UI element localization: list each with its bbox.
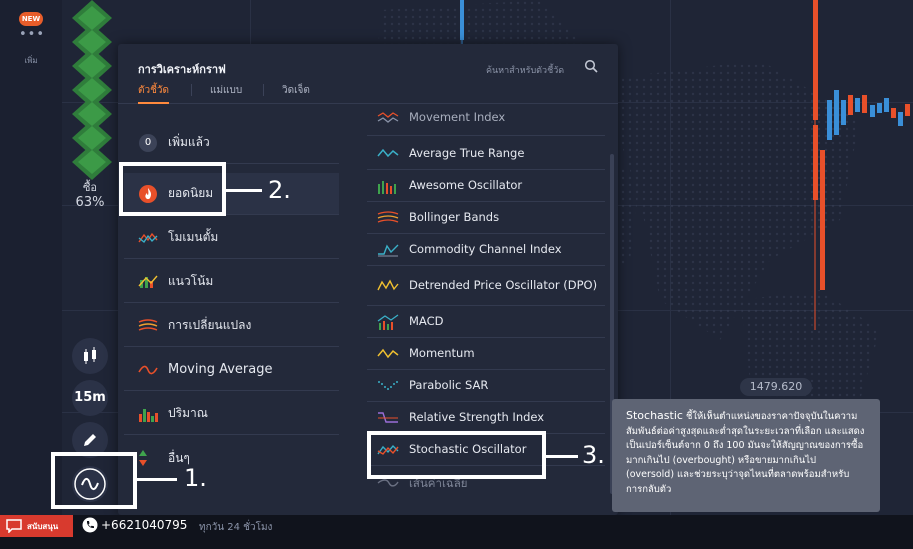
support-label: สนับสนุน	[27, 521, 59, 531]
annotation-number-3: 3.	[582, 441, 605, 469]
annotation-line-3	[546, 455, 578, 458]
category-trend[interactable]: แนวโน้ม	[124, 261, 339, 303]
category-volatility[interactable]: การเปลี่ยนแปลง	[124, 305, 339, 347]
momentum-icon	[138, 228, 158, 248]
candles-icon	[84, 347, 96, 364]
price-label: 1479.620	[740, 378, 812, 396]
phone-icon	[82, 517, 98, 533]
category-moving-average[interactable]: Moving Average	[124, 349, 339, 391]
bottom-bar: สนับสนุน +6621040795 ทุกวัน 24 ชั่วโมง	[0, 515, 913, 549]
indicator-item[interactable]: Average True Range	[367, 138, 605, 170]
average-true-range-icon	[377, 148, 399, 157]
category-other[interactable]: อื่นๆ	[124, 437, 339, 479]
category-momentum[interactable]: โมเมนตั้ม	[124, 217, 339, 259]
annotation-box-1	[51, 452, 137, 509]
indicator-label: Movement Index	[409, 110, 506, 124]
indicator-search[interactable]	[486, 58, 600, 80]
indicator-label: Bollinger Bands	[409, 210, 500, 224]
indicator-label: Momentum	[409, 346, 475, 360]
rsi-icon	[378, 411, 398, 423]
left-rail: NEW ••• เพิ่ม	[0, 0, 62, 515]
annotation-box-3	[367, 431, 546, 479]
category-label: เพิ่มแล้ว	[168, 135, 210, 149]
indicator-label: Average True Range	[409, 146, 525, 160]
category-label: การเปลี่ยนแปลง	[168, 318, 252, 332]
chart-type-button[interactable]	[72, 338, 108, 374]
indicator-label: MACD	[409, 314, 444, 328]
indicator-item[interactable]: Detrended Price Oscillator (DPO)	[367, 266, 605, 306]
tooltip-body: ชี้ให้เห็นตำแหน่งของราคาปัจจุบันในความสั…	[626, 411, 865, 495]
indicator-label: Relative Strength Index	[409, 410, 545, 424]
pencil-icon	[84, 434, 96, 446]
indicator-item[interactable]: Momentum	[367, 338, 605, 370]
other-icon	[138, 448, 158, 468]
panel-title: การวิเคราะห์กราฟ	[138, 63, 226, 76]
annotation-box-2	[119, 162, 226, 216]
buy-label: ซื้อ	[82, 181, 98, 194]
annotation-number-1: 1.	[184, 464, 207, 492]
awesome-oscillator-icon	[378, 180, 396, 194]
buy-sentiment: ซื้อ 63%	[62, 180, 118, 210]
category-label: แนวโน้ม	[168, 274, 214, 288]
indicator-item[interactable]: Parabolic SAR	[367, 370, 605, 402]
indicator-item[interactable]: Awesome Oscillator	[367, 170, 605, 202]
indicator-label: Commodity Channel Index	[409, 242, 562, 256]
moving-average-icon	[138, 360, 158, 380]
tab-templates[interactable]: แม่แบบ	[210, 83, 242, 104]
panel-tabs: ตัวชี้วัด แม่แบบ วิดเจ็ต	[118, 80, 618, 104]
indicator-item[interactable]: Commodity Channel Index	[367, 234, 605, 266]
bollinger-bands-icon	[377, 210, 399, 223]
chat-icon	[6, 519, 22, 533]
category-label: โมเมนตั้ม	[168, 230, 219, 244]
tab-indicators[interactable]: ตัวชี้วัด	[138, 83, 170, 104]
annotation-line-1	[137, 478, 177, 481]
phone-number[interactable]: +6621040795	[101, 518, 187, 532]
indicator-item[interactable]: MACD	[367, 306, 605, 338]
trend-icon	[138, 272, 158, 292]
support-hours: ทุกวัน 24 ชั่วโมง	[199, 522, 273, 533]
category-label: Moving Average	[168, 362, 273, 377]
support-button[interactable]: สนับสนุน	[0, 515, 73, 537]
search-input[interactable]	[486, 62, 578, 80]
more-label[interactable]: เพิ่ม	[0, 54, 62, 67]
annotation-number-2: 2.	[268, 176, 291, 204]
momentum-icon	[377, 348, 399, 358]
added-count-badge: 0	[139, 133, 157, 152]
tab-separator	[191, 84, 192, 96]
new-badge: NEW	[19, 12, 43, 26]
indicator-item[interactable]: Movement Index	[367, 104, 605, 136]
more-icon[interactable]: •••	[19, 27, 45, 42]
indicator-label: Detrended Price Oscillator (DPO)	[409, 278, 598, 292]
macd-icon	[377, 313, 399, 330]
stochastic-tooltip: Stochastic ชี้ให้เห็นตำแหน่งของราคาปัจจุ…	[612, 399, 880, 512]
parabolic-sar-icon	[378, 380, 398, 390]
commodity-channel-index-icon	[378, 243, 399, 256]
volatility-icon	[138, 316, 158, 336]
category-volume[interactable]: ปริมาณ	[124, 393, 339, 435]
timeframe-button[interactable]: 15m	[72, 380, 108, 416]
tooltip-title: Stochastic	[626, 409, 683, 422]
indicator-item[interactable]: Bollinger Bands	[367, 202, 605, 234]
movement-index-icon	[377, 111, 399, 123]
tab-separator	[263, 84, 264, 96]
tab-widgets[interactable]: วิดเจ็ต	[282, 83, 310, 104]
indicator-item[interactable]: Relative Strength Index	[367, 402, 605, 434]
search-icon[interactable]	[584, 59, 598, 73]
category-label: ปริมาณ	[168, 406, 208, 420]
category-added[interactable]: 0 เพิ่มแล้ว	[124, 122, 339, 164]
buy-percent: 63%	[75, 195, 105, 210]
indicator-label: Parabolic SAR	[409, 378, 489, 392]
dpo-icon	[377, 279, 399, 290]
indicator-label: Awesome Oscillator	[409, 178, 523, 192]
volume-icon	[138, 404, 158, 424]
annotation-line-2	[226, 189, 262, 192]
